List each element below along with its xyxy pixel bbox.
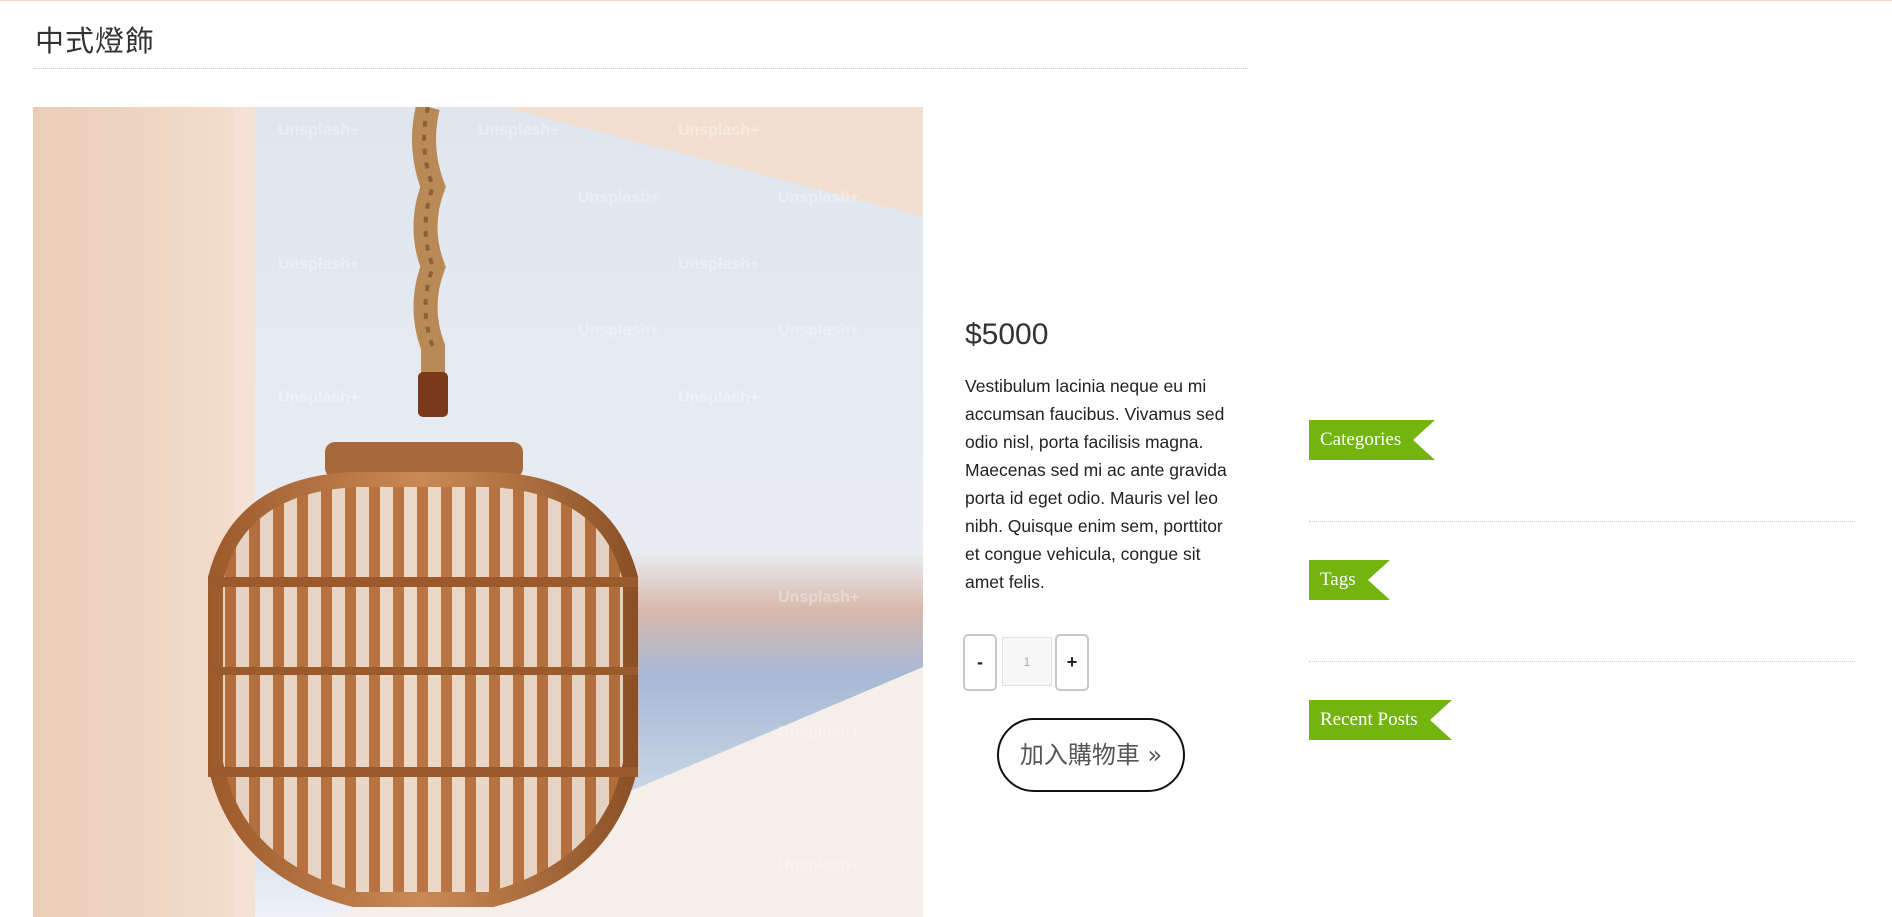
widget-title-label: Categories [1309, 420, 1414, 460]
watermark-text: Unsplash+ [578, 189, 659, 206]
product-page: 中式燈飾 Unsplash+ Unsplash+ Unsplash+ Unspl… [0, 0, 1892, 917]
widget-title-recent-posts: Recent Posts [1309, 700, 1452, 740]
watermark-text: Unsplash+ [478, 122, 559, 139]
widget-title-label: Recent Posts [1309, 700, 1430, 740]
watermark-text: Unsplash+ [278, 122, 359, 139]
ribbon-notch [1413, 420, 1436, 460]
watermark-text: Unsplash+ [278, 256, 359, 273]
title-divider [34, 68, 1248, 69]
quantity-decrease-button[interactable]: - [963, 634, 997, 691]
top-border [0, 0, 1892, 1]
widget-divider [1309, 521, 1855, 522]
product-description: Vestibulum lacinia neque eu mi accumsan … [965, 376, 1227, 592]
widget-title-tags: Tags [1309, 560, 1390, 600]
widget-title-categories: Categories [1309, 420, 1436, 460]
product-image: Unsplash+ Unsplash+ Unsplash+ Unsplash+ … [33, 107, 923, 917]
watermark-text: Unsplash+ [778, 322, 859, 339]
watermark-text: Unsplash+ [678, 122, 759, 139]
watermark-text: Unsplash+ [778, 724, 859, 741]
product-price: $5000 [965, 318, 1049, 351]
quantity-input[interactable] [1002, 637, 1052, 686]
watermark-text: Unsplash+ [778, 189, 859, 206]
watermark-text: Unsplash+ [278, 389, 359, 406]
quantity-increase-button[interactable]: + [1055, 634, 1089, 691]
add-to-cart-button[interactable]: 加入購物車 » [997, 718, 1185, 792]
watermark-text: Unsplash+ [678, 389, 759, 406]
watermark-text: Unsplash+ [578, 322, 659, 339]
watermark-text: Unsplash+ [778, 857, 859, 874]
widget-title-label: Tags [1309, 560, 1368, 600]
page-title: 中式燈飾 [35, 24, 156, 58]
ribbon-notch [1367, 560, 1390, 600]
watermark-text: Unsplash+ [778, 589, 859, 606]
watermark-text: Unsplash+ [678, 256, 759, 273]
ribbon-notch [1429, 700, 1452, 740]
widget-divider [1309, 661, 1855, 662]
